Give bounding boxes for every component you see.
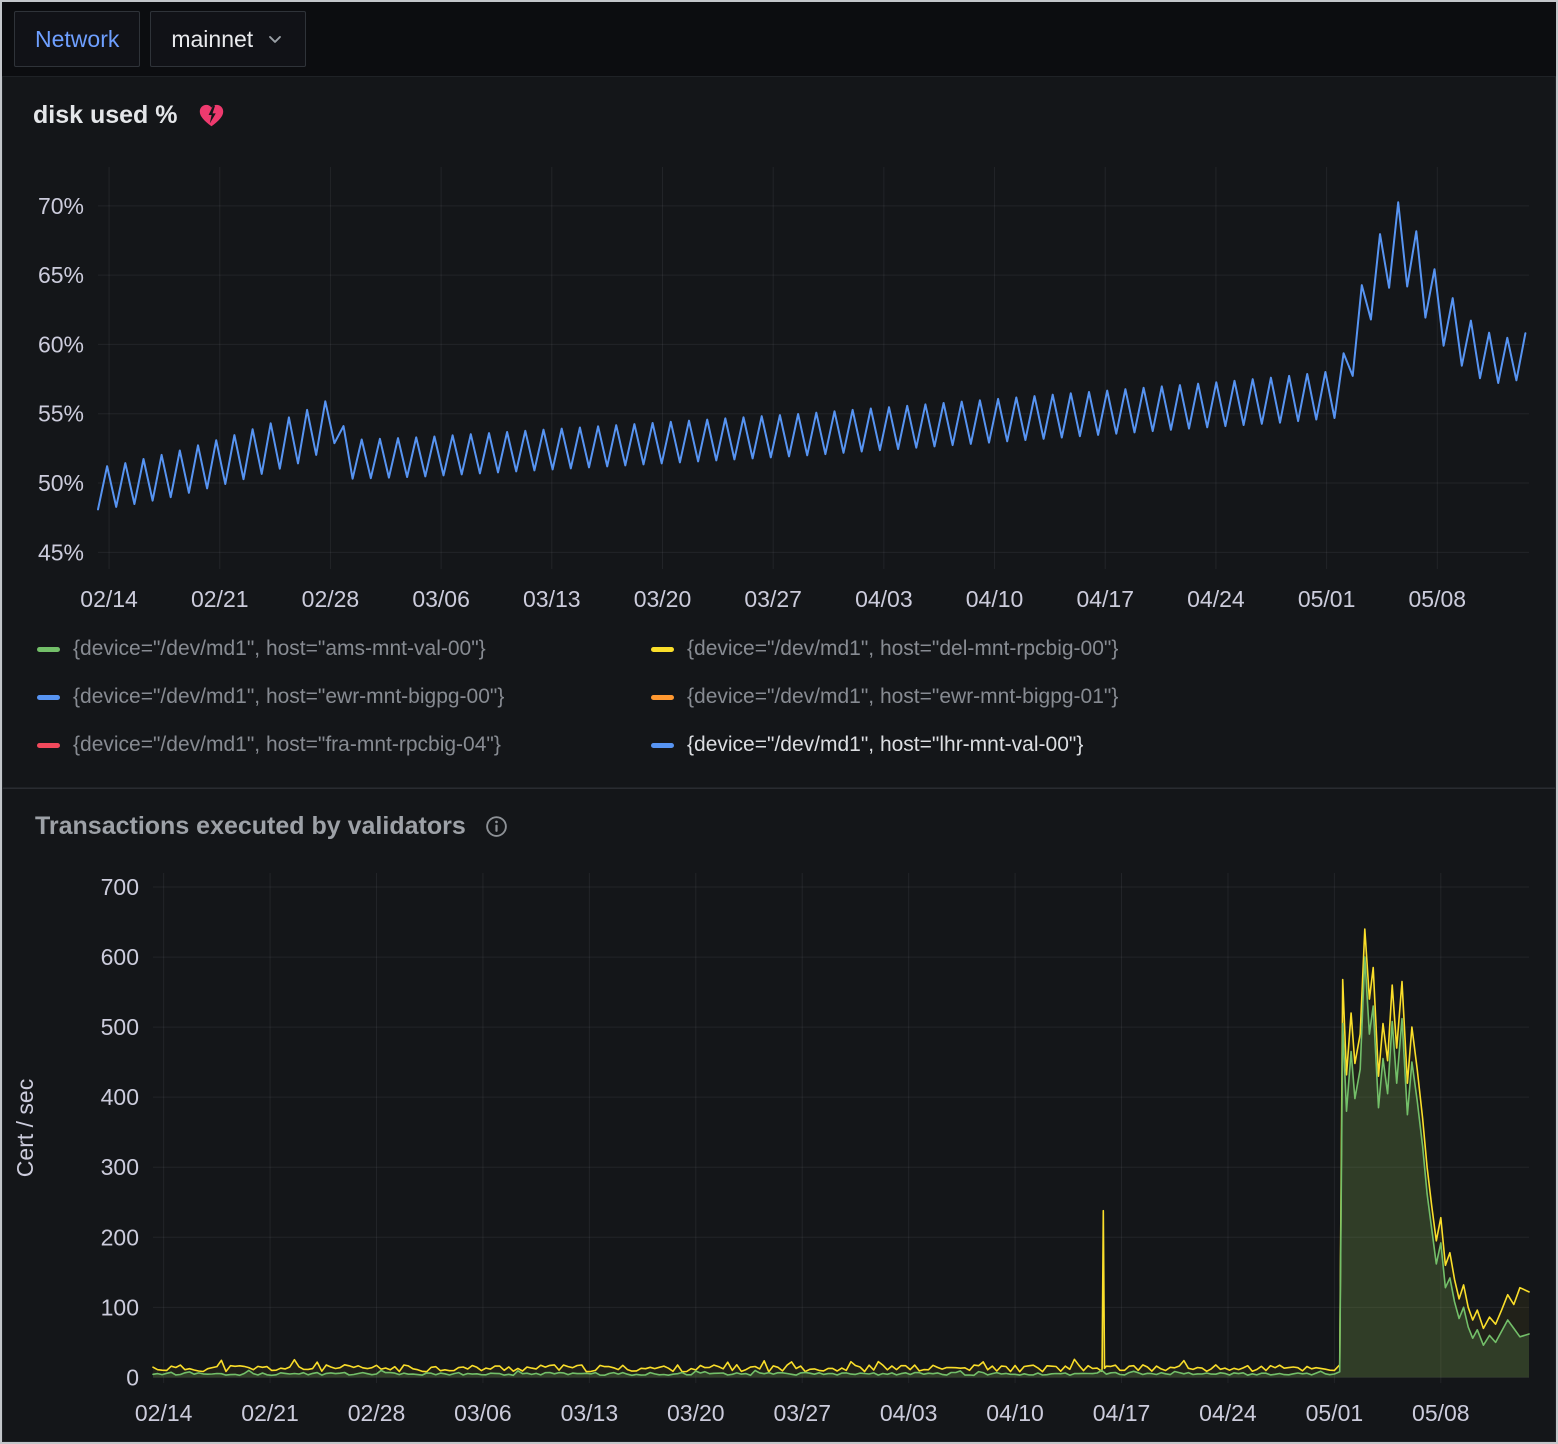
series-color-dash-icon: [37, 695, 60, 700]
svg-text:03/06: 03/06: [454, 1400, 512, 1426]
legend-label: {device="/dev/md1", host="ewr-mnt-bigpg-…: [687, 685, 1118, 709]
panel-transactions: Transactions executed by validators 0 100…: [2, 788, 1556, 1442]
variable-value: mainnet: [171, 26, 253, 53]
svg-text:02/14: 02/14: [80, 586, 138, 612]
svg-text:04/17: 04/17: [1076, 586, 1134, 612]
grafana-dashboard: Network mainnet disk used % 45% 50% 55% 60%…: [0, 0, 1558, 1444]
svg-text:02/21: 02/21: [241, 1400, 299, 1426]
svg-text:04/03: 04/03: [880, 1400, 938, 1426]
svg-text:0: 0: [126, 1364, 139, 1390]
svg-text:200: 200: [101, 1224, 139, 1250]
svg-text:05/01: 05/01: [1298, 586, 1356, 612]
legend-item[interactable]: {device="/dev/md1", host="ams-mnt-val-00…: [37, 629, 651, 669]
legend-label: {device="/dev/md1", host="del-mnt-rpcbig…: [687, 637, 1118, 661]
svg-text:03/06: 03/06: [412, 586, 470, 612]
svg-text:02/28: 02/28: [302, 586, 360, 612]
series-color-dash-icon: [651, 743, 674, 748]
svg-text:05/01: 05/01: [1306, 1400, 1364, 1426]
svg-text:03/27: 03/27: [744, 586, 802, 612]
panel-disk-used: disk used % 45% 50% 55% 60% 65% 70% 02/14 02/21…: [2, 76, 1556, 788]
svg-text:04/10: 04/10: [986, 1400, 1044, 1426]
legend-item[interactable]: {device="/dev/md1", host="del-mnt-rpcbig…: [651, 629, 1555, 669]
panel-title-disk-used[interactable]: disk used %: [33, 101, 178, 130]
disk-used-chart[interactable]: 45% 50% 55% 60% 65% 70% 02/14 02/21 02/28 03/06 03…: [3, 139, 1555, 623]
panel-header-transactions: Transactions executed by validators: [3, 789, 1555, 847]
chevron-down-icon: [265, 29, 285, 49]
svg-text:04/10: 04/10: [966, 586, 1024, 612]
legend-label: {device="/dev/md1", host="fra-mnt-rpcbig…: [73, 733, 501, 757]
svg-text:70%: 70%: [38, 193, 84, 219]
svg-text:03/20: 03/20: [634, 586, 692, 612]
variable-label: Network: [35, 26, 119, 53]
svg-text:45%: 45%: [38, 539, 84, 565]
svg-text:04/03: 04/03: [855, 586, 913, 612]
svg-text:04/24: 04/24: [1187, 586, 1245, 612]
svg-text:02/28: 02/28: [348, 1400, 406, 1426]
panel-title-transactions[interactable]: Transactions executed by validators: [35, 812, 466, 841]
legend-item[interactable]: {device="/dev/md1", host="ewr-mnt-bigpg-…: [37, 677, 651, 717]
series-color-dash-icon: [37, 743, 60, 748]
panel-header-disk-used: disk used %: [3, 77, 1555, 139]
svg-text:03/13: 03/13: [561, 1400, 619, 1426]
svg-text:700: 700: [101, 874, 139, 900]
svg-text:50%: 50%: [38, 470, 84, 496]
svg-text:05/08: 05/08: [1412, 1400, 1470, 1426]
legend-item[interactable]: {device="/dev/md1", host="lhr-mnt-val-00…: [651, 725, 1555, 765]
disk-used-legend: {device="/dev/md1", host="ams-mnt-val-00…: [3, 623, 1555, 765]
svg-text:02/21: 02/21: [191, 586, 249, 612]
svg-text:600: 600: [101, 944, 139, 970]
variable-value-dropdown[interactable]: mainnet: [150, 11, 306, 67]
series-color-dash-icon: [651, 695, 674, 700]
svg-text:03/13: 03/13: [523, 586, 581, 612]
svg-text:04/24: 04/24: [1199, 1400, 1257, 1426]
svg-text:02/14: 02/14: [135, 1400, 193, 1426]
svg-text:300: 300: [101, 1154, 139, 1180]
svg-text:55%: 55%: [38, 401, 84, 427]
svg-text:400: 400: [101, 1084, 139, 1110]
svg-text:60%: 60%: [38, 331, 84, 357]
svg-text:05/08: 05/08: [1409, 586, 1467, 612]
alert-heart-broken-icon[interactable]: [198, 103, 225, 128]
svg-text:65%: 65%: [38, 262, 84, 288]
transactions-chart[interactable]: 0 100 200 300 400 500 600 700 02/14 02/21 02/28 03/…: [3, 847, 1555, 1441]
svg-text:100: 100: [101, 1294, 139, 1320]
variable-label-network[interactable]: Network: [14, 11, 140, 67]
dashboard-toolbar: Network mainnet: [2, 2, 1556, 76]
info-circle-icon[interactable]: [484, 814, 509, 839]
svg-text:03/20: 03/20: [667, 1400, 725, 1426]
svg-text:04/17: 04/17: [1093, 1400, 1151, 1426]
legend-label: {device="/dev/md1", host="ewr-mnt-bigpg-…: [73, 685, 504, 709]
series-color-dash-icon: [651, 647, 674, 652]
svg-text:Cert / sec: Cert / sec: [12, 1079, 38, 1177]
legend-label: {device="/dev/md1", host="ams-mnt-val-00…: [73, 637, 486, 661]
series-color-dash-icon: [37, 647, 60, 652]
legend-item[interactable]: {device="/dev/md1", host="fra-mnt-rpcbig…: [37, 725, 651, 765]
svg-text:500: 500: [101, 1014, 139, 1040]
svg-text:03/27: 03/27: [773, 1400, 831, 1426]
legend-item[interactable]: {device="/dev/md1", host="ewr-mnt-bigpg-…: [651, 677, 1555, 717]
legend-label: {device="/dev/md1", host="lhr-mnt-val-00…: [687, 733, 1083, 757]
